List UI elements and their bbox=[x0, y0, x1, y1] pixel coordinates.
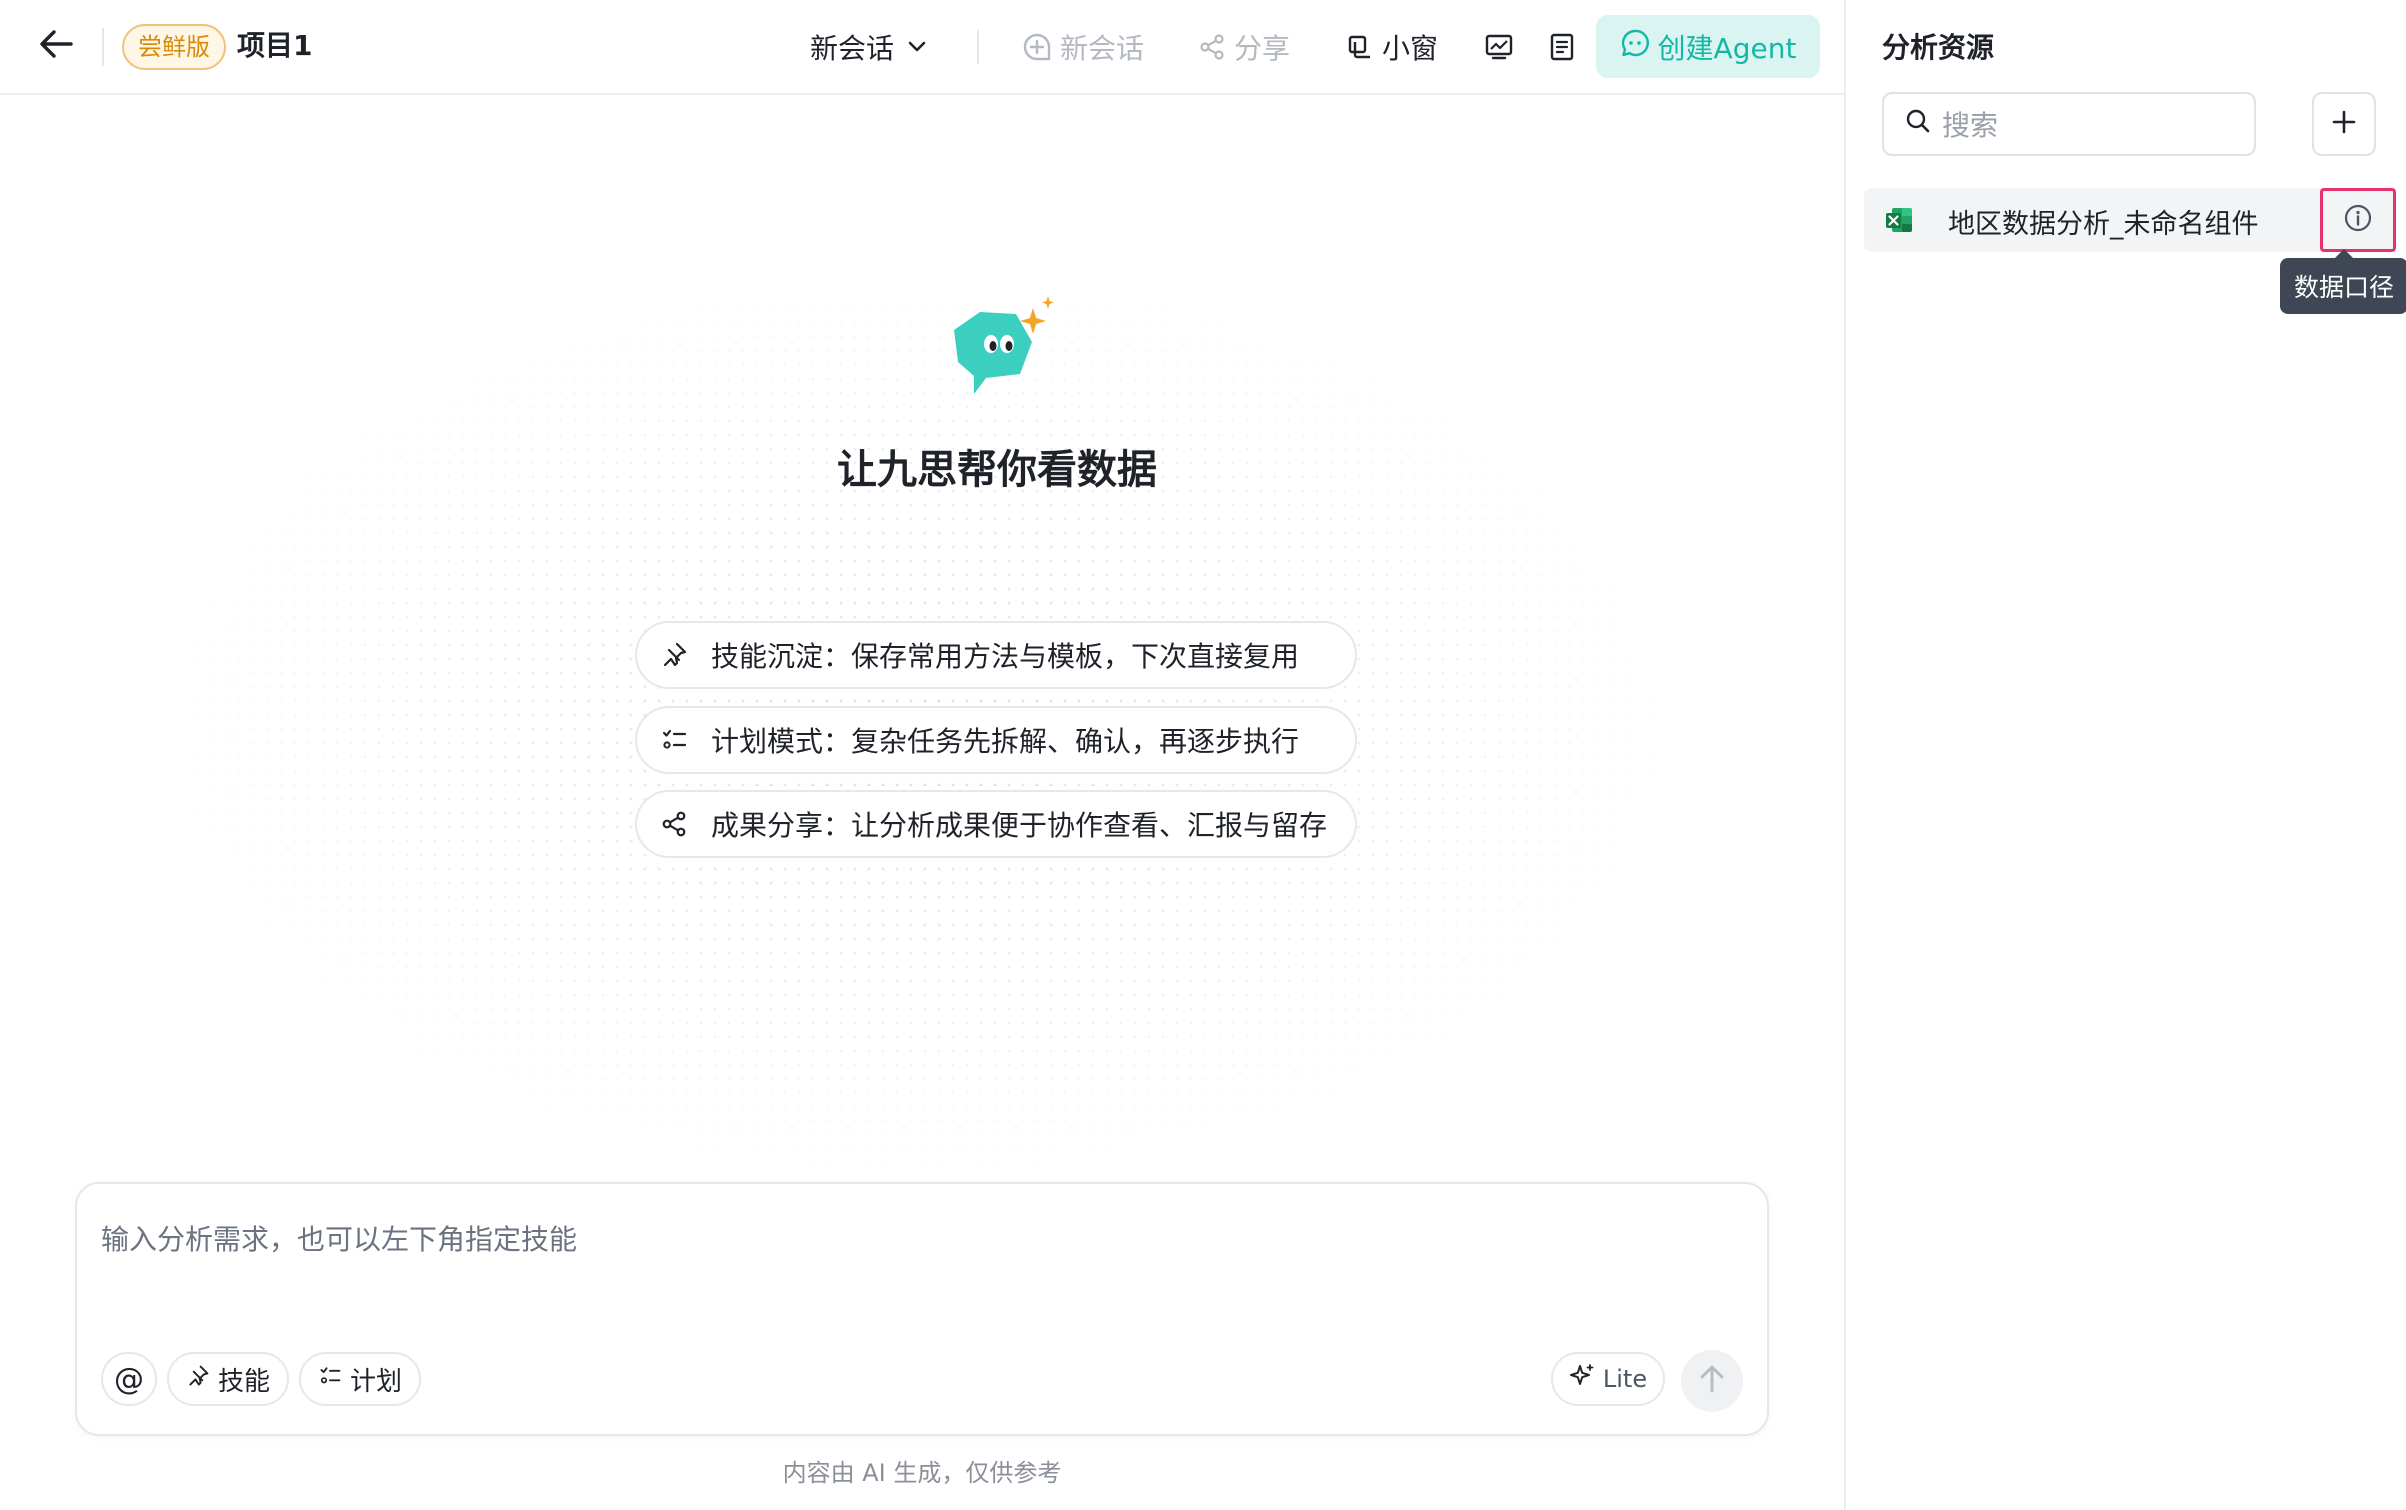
chevron-down-icon bbox=[908, 41, 926, 53]
document-button[interactable] bbox=[1548, 24, 1576, 70]
divider bbox=[102, 28, 104, 66]
mention-button[interactable]: @ bbox=[101, 1352, 157, 1406]
info-icon bbox=[2343, 203, 2373, 237]
tooltip: 数据口径 bbox=[2280, 249, 2406, 314]
new-session-button[interactable]: 新会话 bbox=[1022, 24, 1144, 70]
search-icon bbox=[1904, 107, 1932, 142]
share-button[interactable]: 分享 bbox=[1198, 24, 1290, 70]
project-title: 项目1 bbox=[237, 29, 313, 62]
back-button[interactable] bbox=[32, 22, 80, 70]
resource-item-label: 地区数据分析_未命名组件 bbox=[1948, 209, 2259, 240]
document-icon bbox=[1548, 32, 1576, 62]
divider bbox=[977, 30, 979, 64]
search-placeholder: 搜索 bbox=[1942, 109, 1999, 142]
mode-label: Lite bbox=[1602, 1365, 1648, 1393]
resource-item[interactable]: 地区数据分析_未命名组件 bbox=[1864, 188, 2394, 252]
share-icon bbox=[637, 810, 711, 838]
plan-button[interactable]: 计划 bbox=[299, 1352, 421, 1406]
pin-icon bbox=[637, 641, 711, 669]
chart-monitor-icon bbox=[1484, 32, 1514, 62]
chat-input[interactable]: 输入分析需求，也可以左下角指定技能 bbox=[101, 1218, 577, 1258]
agent-chat-icon bbox=[1620, 28, 1650, 65]
data-definition-button[interactable] bbox=[2320, 188, 2396, 252]
share-icon bbox=[1198, 33, 1226, 61]
session-selector-label: 新会话 bbox=[810, 32, 895, 65]
pin-icon bbox=[186, 1364, 210, 1395]
top-bar: 尝鲜版 项目1 新会话 新会话 分享 小窗 创建Agent bbox=[0, 0, 1844, 95]
dashboard-button[interactable] bbox=[1484, 24, 1514, 70]
chat-composer: 输入分析需求，也可以左下角指定技能 @ 技能 计划 Lite bbox=[75, 1182, 1769, 1436]
mini-window-button[interactable]: 小窗 bbox=[1346, 24, 1438, 70]
plan-button-label: 计划 bbox=[349, 1366, 402, 1397]
arrow-left-icon bbox=[39, 29, 73, 63]
create-agent-label: 创建Agent bbox=[1657, 31, 1797, 65]
new-session-label: 新会话 bbox=[1060, 32, 1145, 65]
checklist-icon bbox=[637, 726, 711, 754]
mini-window-label: 小窗 bbox=[1382, 32, 1439, 65]
feature-share[interactable]: 成果分享：让分析成果便于协作查看、汇报与留存 bbox=[635, 790, 1357, 858]
mode-selector[interactable]: Lite bbox=[1551, 1352, 1665, 1406]
skill-button[interactable]: 技能 bbox=[167, 1352, 289, 1406]
add-resource-button[interactable] bbox=[2312, 92, 2376, 156]
hero-title: 让九思帮你看数据 bbox=[837, 447, 1157, 493]
mascot-logo-icon bbox=[940, 290, 1060, 410]
ai-disclaimer: 内容由 AI 生成，仅供参考 bbox=[782, 1459, 1062, 1487]
panel-title: 分析资源 bbox=[1882, 31, 1995, 64]
send-button[interactable] bbox=[1681, 1350, 1743, 1412]
feature-share-label: 成果分享：让分析成果便于协作查看、汇报与留存 bbox=[711, 809, 1328, 842]
share-label: 分享 bbox=[1234, 32, 1291, 65]
excel-file-icon bbox=[1884, 205, 1914, 235]
window-icon bbox=[1346, 33, 1374, 61]
at-icon: @ bbox=[114, 1361, 144, 1397]
feature-skill-label: 技能沉淀：保存常用方法与模板，下次直接复用 bbox=[711, 640, 1300, 673]
feature-skill[interactable]: 技能沉淀：保存常用方法与模板，下次直接复用 bbox=[635, 621, 1357, 689]
skill-button-label: 技能 bbox=[217, 1366, 270, 1397]
arrow-up-icon bbox=[1698, 1364, 1726, 1398]
trial-badge: 尝鲜版 bbox=[122, 24, 226, 70]
resource-panel: 分析资源 搜索 地区数据分析_未命名组件 数据口径 bbox=[1844, 0, 2406, 1510]
sparkle-icon bbox=[1569, 1363, 1595, 1396]
create-agent-button[interactable]: 创建Agent bbox=[1596, 15, 1820, 78]
plus-icon bbox=[2331, 109, 2357, 139]
feature-plan-label: 计划模式：复杂任务先拆解、确认，再逐步执行 bbox=[711, 725, 1300, 758]
session-selector[interactable]: 新会话 bbox=[810, 24, 926, 70]
resource-search-input[interactable]: 搜索 bbox=[1882, 92, 2256, 156]
chat-add-icon bbox=[1022, 32, 1052, 62]
feature-plan[interactable]: 计划模式：复杂任务先拆解、确认，再逐步执行 bbox=[635, 706, 1357, 774]
checklist-icon bbox=[318, 1364, 342, 1395]
